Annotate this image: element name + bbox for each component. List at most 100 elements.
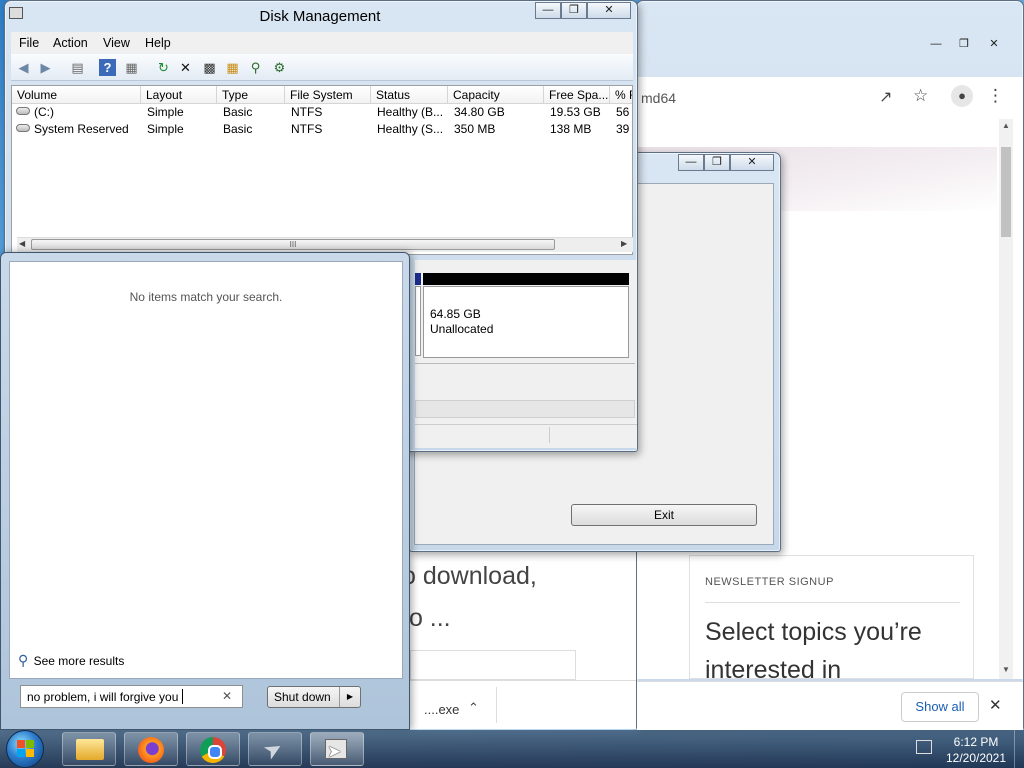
console-tree-icon[interactable]: ▤ xyxy=(69,59,86,76)
graph-hscroll[interactable] xyxy=(415,400,635,418)
page-input-box[interactable] xyxy=(410,650,576,680)
col-capacity[interactable]: Capacity xyxy=(448,86,544,104)
start-search-input[interactable]: no problem, i will forgive you ✕ xyxy=(20,685,243,708)
disk-close-button[interactable]: ✕ xyxy=(587,2,631,19)
page-scroll-down-icon[interactable]: ▼ xyxy=(1002,665,1010,674)
col-type[interactable]: Type xyxy=(217,86,285,104)
download-item-name[interactable]: ....exe xyxy=(424,702,459,717)
setup-minimize-button[interactable]: — xyxy=(678,154,704,171)
taskbar-chrome[interactable] xyxy=(186,732,240,766)
partition-block-left xyxy=(415,286,421,356)
forward-arrow-icon[interactable]: ▶ xyxy=(37,59,54,76)
back-arrow-icon[interactable]: ◀ xyxy=(15,59,32,76)
unallocated-label: Unallocated xyxy=(430,322,494,336)
menu-help[interactable]: Help xyxy=(145,36,171,50)
unallocated-size: 64.85 GB xyxy=(430,307,481,321)
partition-bar-primary xyxy=(415,273,421,285)
menu-file[interactable]: File xyxy=(19,36,39,50)
cell-type: Basic xyxy=(223,105,253,119)
shutdown-label: Shut down xyxy=(274,690,331,704)
windows-logo-icon xyxy=(17,740,25,748)
cell-free-space: 19.53 GB xyxy=(550,105,601,119)
newsletter-label: NEWSLETTER SIGNUP xyxy=(705,576,834,588)
clear-search-icon[interactable]: ✕ xyxy=(222,689,232,703)
settings-icon[interactable]: ⚙ xyxy=(271,59,288,76)
browser-maximize-button[interactable]: ❐ xyxy=(951,37,977,54)
delete-icon[interactable]: ✕ xyxy=(177,59,194,76)
properties-pane-icon[interactable]: ▦ xyxy=(123,59,140,76)
network-icon[interactable] xyxy=(916,740,932,754)
share-icon[interactable]: ↗ xyxy=(879,87,892,107)
unallocated-partition[interactable]: 64.85 GB Unallocated xyxy=(423,286,629,358)
menu-bar: File Action View Help xyxy=(11,32,633,54)
col-layout[interactable]: Layout xyxy=(141,86,217,104)
exit-button[interactable]: Exit xyxy=(571,504,757,526)
col-volume[interactable]: Volume xyxy=(12,86,141,104)
taskbar-setup-app[interactable]: ➤ xyxy=(248,732,302,766)
windows-logo-icon-2 xyxy=(26,740,34,748)
page-scrollbar[interactable]: ▲ ▼ xyxy=(999,119,1013,679)
col-free-space[interactable]: Free Spa... xyxy=(544,86,610,104)
taskbar-disk-management[interactable]: ➤ xyxy=(310,732,364,766)
refresh-icon[interactable]: ↻ xyxy=(155,59,172,76)
col-percent-free[interactable]: % F xyxy=(610,86,632,104)
open-folder-icon[interactable]: ▦ xyxy=(224,59,241,76)
disk-minimize-button[interactable]: — xyxy=(535,2,561,19)
col-status[interactable]: Status xyxy=(371,86,448,104)
cell-file-system: NTFS xyxy=(291,122,323,136)
clock-date[interactable]: 12/20/2021 xyxy=(942,751,1010,765)
help-icon[interactable]: ? xyxy=(99,59,116,76)
search-results-pane: No items match your search. ⚲ See more r… xyxy=(9,261,403,679)
page-scroll-up-icon[interactable]: ▲ xyxy=(1002,121,1010,130)
firefox-icon xyxy=(138,737,164,763)
setup-close-button[interactable]: ✕ xyxy=(730,154,774,171)
menu-view[interactable]: View xyxy=(103,36,130,50)
setup-maximize-button[interactable]: ❐ xyxy=(704,154,730,171)
properties-icon[interactable]: ▩ xyxy=(201,59,218,76)
drive-icon xyxy=(16,124,30,132)
scroll-right-icon[interactable]: ▶ xyxy=(621,239,627,248)
page-heading-area: o download, to ... xyxy=(402,552,636,680)
start-menu: No items match your search. ⚲ See more r… xyxy=(0,252,410,730)
list-scroll-thumb[interactable]: III xyxy=(31,239,555,250)
shutdown-button[interactable]: Shut down ▶ xyxy=(267,686,361,708)
status-bar xyxy=(415,424,637,445)
status-bar-divider xyxy=(549,427,550,443)
cell-type: Basic xyxy=(223,122,253,136)
browser-close-button[interactable]: ✕ xyxy=(981,37,1007,54)
cell-volume: System Reserved xyxy=(34,122,129,136)
no-results-text: No items match your search. xyxy=(129,290,283,304)
browser-menu-icon[interactable]: ⋮ xyxy=(987,86,1004,106)
menu-action[interactable]: Action xyxy=(53,36,88,50)
rocket-icon: ➤ xyxy=(258,734,288,766)
cell-layout: Simple xyxy=(147,122,184,136)
show-all-button[interactable]: Show all xyxy=(901,692,979,722)
search-magnifier-icon[interactable]: ⚲ xyxy=(247,59,264,76)
page-scroll-thumb[interactable] xyxy=(1001,147,1011,237)
browser-minimize-button[interactable]: — xyxy=(923,37,949,54)
folder-icon xyxy=(76,739,104,760)
shutdown-options-arrow-icon[interactable]: ▶ xyxy=(339,687,360,707)
clock-time[interactable]: 6:12 PM xyxy=(946,735,1006,749)
bookmark-star-icon[interactable]: ☆ xyxy=(913,86,928,106)
start-orb[interactable] xyxy=(6,730,44,768)
exit-label: Exit xyxy=(653,508,674,522)
see-more-results-link[interactable]: ⚲ See more results xyxy=(18,652,124,669)
partition-bar-unallocated xyxy=(423,273,629,285)
taskbar-explorer[interactable] xyxy=(62,732,116,766)
list-horizontal-scrollbar[interactable]: ◀ III ▶ xyxy=(17,237,633,252)
scroll-left-icon[interactable]: ◀ xyxy=(19,239,25,248)
download-bar-close-icon[interactable]: ✕ xyxy=(989,696,1002,714)
show-all-label: Show all xyxy=(915,699,965,714)
show-desktop-button[interactable] xyxy=(1014,730,1024,768)
cell-status: Healthy (B... xyxy=(377,105,444,119)
browser-toolbar: md64 ↗ ☆ ● ⋮ xyxy=(637,77,1023,120)
col-file-system[interactable]: File System xyxy=(285,86,371,104)
address-bar-text[interactable]: md64 xyxy=(641,90,676,106)
taskbar-firefox[interactable] xyxy=(124,732,178,766)
download-item-chevron-up-icon[interactable]: ⌃ xyxy=(468,700,479,716)
graph-divider xyxy=(415,363,635,364)
profile-avatar-icon[interactable]: ● xyxy=(951,85,973,107)
chrome-icon-center xyxy=(208,745,222,759)
disk-maximize-button[interactable]: ❐ xyxy=(561,2,587,19)
